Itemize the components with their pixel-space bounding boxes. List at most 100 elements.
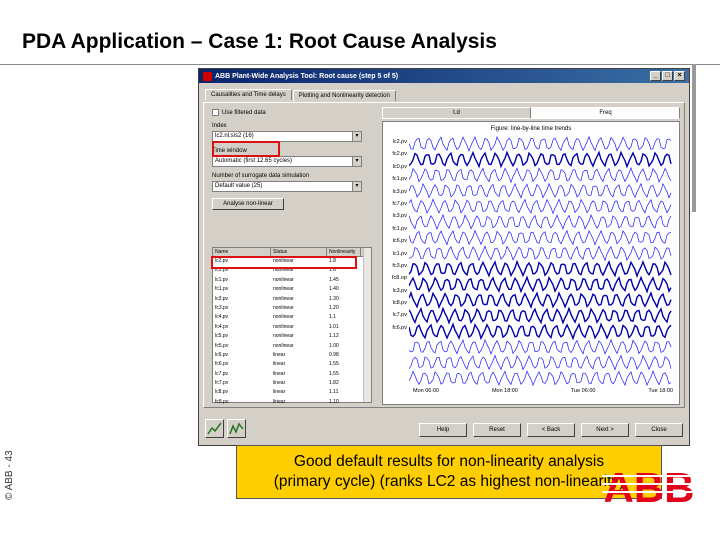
callout-line-1: Good default results for non-linearity a… xyxy=(293,453,605,470)
side-bar xyxy=(692,64,696,212)
index-highlight-box xyxy=(212,141,280,157)
series-trace xyxy=(409,306,672,325)
tab-td[interactable]: t.d xyxy=(382,107,531,119)
dialog-buttons: Help Reset < Back Next > Close xyxy=(419,423,683,437)
plot-area: t.d Freq Figure: line-by-line time trend… xyxy=(382,107,680,405)
chevron-down-icon[interactable]: ▾ xyxy=(352,157,361,166)
series-trace xyxy=(409,213,672,231)
list-item[interactable]: fc7.pv linear 1.82 xyxy=(213,379,371,388)
spectrum-view-icon[interactable] xyxy=(227,419,246,438)
trend-view-icon[interactable] xyxy=(205,419,224,438)
next-button[interactable]: Next > xyxy=(581,423,629,437)
column-nonlinearity[interactable]: Nonlinearity xyxy=(327,248,361,256)
series-labels: lc2.pv fc2.pv lc0.pv fc1.pv lc3.pv fc7.pv lc3.… xyxy=(385,136,407,334)
item-status: linear xyxy=(273,351,286,358)
item-status: nonlinear xyxy=(273,295,294,302)
item-name: fc6.pv xyxy=(215,361,229,368)
list-item[interactable]: fc4.pv nonlinear 1.01 xyxy=(213,323,371,332)
item-nonlinearity: 1.12 xyxy=(329,333,339,340)
window-title: ABB Plant-Wide Analysis Tool: Root cause… xyxy=(215,72,399,80)
list-item[interactable]: lc4.pv nonlinear 1.1 xyxy=(213,313,371,322)
series-label: lc2.pv xyxy=(392,139,407,145)
back-button[interactable]: < Back xyxy=(527,423,575,437)
list-item[interactable]: lc6.pv linear 0.98 xyxy=(213,351,371,360)
results-list[interactable]: Name Status Nonlinearity lc2.pv nonlinear… xyxy=(212,247,372,405)
analysis-window: ABB Plant-Wide Analysis Tool: Root cause… xyxy=(198,68,690,446)
series-label: lc6.pv xyxy=(392,238,407,245)
abb-logo: ABB xyxy=(602,466,696,508)
item-nonlinearity: 1.10 xyxy=(329,398,339,405)
x-tick-label: Mon 18:00 xyxy=(491,388,518,394)
copyright-text: © ABB - 43 xyxy=(4,450,15,500)
filter-row: Use filtered data xyxy=(212,109,362,116)
series-trace xyxy=(409,136,672,153)
series-trace xyxy=(409,322,672,341)
series-trace xyxy=(409,166,672,184)
series-trace xyxy=(409,229,672,246)
item-name: fc7.pv xyxy=(215,380,229,387)
list-item[interactable]: fc1.pv nonlinear 1.40 xyxy=(213,285,371,294)
series-label: fc1.pv xyxy=(392,225,407,232)
series-trace xyxy=(409,259,672,279)
item-status: nonlinear xyxy=(273,323,294,330)
callout-line-2: (primary cycle) (ranks LC2 as highest no… xyxy=(273,473,625,490)
app-icon xyxy=(203,71,212,81)
list-scrollbar[interactable] xyxy=(363,248,371,402)
trend-plot: Figure: line-by-line time trends lc2.pv f… xyxy=(382,121,680,405)
window-titlebar[interactable]: ABB Plant-Wide Analysis Tool: Root cause… xyxy=(199,69,689,83)
settings-column: Use filtered data Index lc2.nl.sis2 (16)… xyxy=(212,109,362,210)
estimation-select[interactable]: Default value (25) ▾ xyxy=(212,181,362,192)
list-item[interactable]: lc7.pv linear 1.55 xyxy=(213,370,371,379)
series-label: lc8.pv xyxy=(392,300,407,307)
estimation-value: Default value (25) xyxy=(215,183,263,189)
time-window-select[interactable]: Automatic (first 12.65 cycles) ▾ xyxy=(212,156,362,167)
series-label: lc3.pv xyxy=(392,287,407,294)
list-item[interactable]: fc3.pv nonlinear 1.20 xyxy=(213,304,371,313)
x-axis-labels: Mon 06:00 Mon 18:00 Tue 06:00 Tue 18:00 xyxy=(413,388,673,394)
close-icon[interactable]: × xyxy=(674,71,685,81)
item-status: linear xyxy=(273,380,286,387)
item-nonlinearity: 1.55 xyxy=(329,361,339,368)
tab-plotting[interactable]: Plotting and Nonlinearity detection xyxy=(292,90,396,101)
estimation-label: Number of surrogate data simulation xyxy=(212,173,310,179)
chevron-down-icon[interactable]: ▾ xyxy=(352,182,361,191)
reset-button[interactable]: Reset xyxy=(473,423,521,437)
filter-checkbox[interactable] xyxy=(212,109,219,116)
main-tabs: Causalities and Time delays Plotting and… xyxy=(205,89,397,101)
trend-svg xyxy=(409,136,672,386)
help-button[interactable]: Help xyxy=(419,423,467,437)
item-status: linear xyxy=(273,361,286,368)
series-trace xyxy=(409,245,672,262)
item-name: lc6.pv xyxy=(215,351,229,358)
series-trace xyxy=(409,150,672,169)
list-item[interactable]: fc8.pv linear 1.10 xyxy=(213,398,371,407)
list-item[interactable]: lc1.pv nonlinear 1.45 xyxy=(213,276,371,285)
item-name: fc4.pv xyxy=(215,323,229,330)
minimize-icon[interactable]: _ xyxy=(650,71,661,81)
list-item[interactable]: fc6.pv linear 1.55 xyxy=(213,360,371,369)
column-name[interactable]: Name xyxy=(213,248,271,256)
item-status: linear xyxy=(273,398,286,405)
item-nonlinearity: 1.40 xyxy=(329,286,339,293)
item-status: linear xyxy=(273,370,286,377)
list-item[interactable]: fc5.pv nonlinear 1.00 xyxy=(213,342,371,351)
close-button[interactable]: Close xyxy=(635,423,683,437)
item-nonlinearity: 1.30 xyxy=(329,295,339,302)
item-nonlinearity: 1.11 xyxy=(329,389,339,396)
series-label: fc8.op xyxy=(392,275,407,282)
series-trace xyxy=(409,369,672,386)
tab-causalities[interactable]: Causalities and Time delays xyxy=(205,89,292,100)
list-item[interactable]: lc3.pv nonlinear 1.30 xyxy=(213,295,371,304)
maximize-icon[interactable]: □ xyxy=(662,71,673,81)
trend-graph-icon xyxy=(207,422,222,435)
list-item[interactable]: lc5.pv nonlinear 1.12 xyxy=(213,332,371,341)
chevron-down-icon[interactable]: ▾ xyxy=(352,132,361,141)
tab-freq[interactable]: Freq xyxy=(531,107,680,119)
series-label: fc2.pv xyxy=(392,151,407,158)
abb-logo-text: ABB xyxy=(604,466,695,508)
analyze-button[interactable]: Analyse non-linear xyxy=(212,198,284,210)
column-status[interactable]: Status xyxy=(271,248,327,256)
item-nonlinearity: 1.82 xyxy=(329,380,339,387)
list-body: lc2.pv nonlinear 1.8 fc2.pv nonlinear 1.6 lc1.… xyxy=(213,257,371,407)
list-item[interactable]: lc8.pv linear 1.11 xyxy=(213,388,371,397)
